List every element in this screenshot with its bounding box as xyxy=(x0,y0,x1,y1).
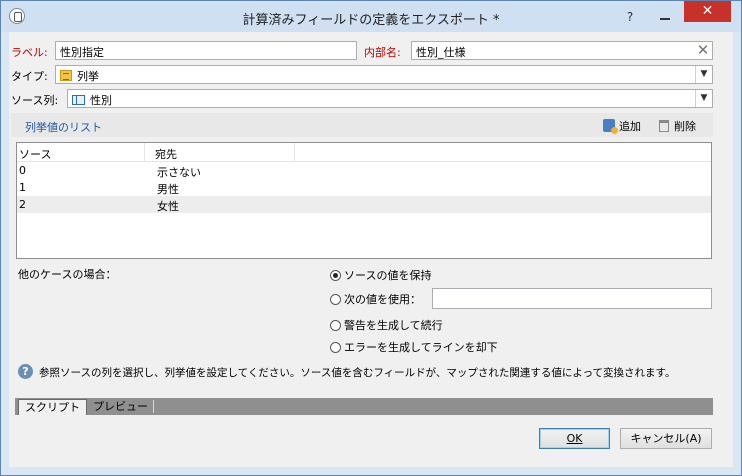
help-text: 参照ソースの列を選択し、列挙値を設定してください。ソース値を含むフィールドが、マ… xyxy=(39,367,676,379)
trash-icon xyxy=(659,120,669,132)
cell-dest: 男性 xyxy=(157,183,179,196)
enum-list-header: 列挙値のリスト 追加 削除 xyxy=(11,113,713,137)
other-value-input[interactable] xyxy=(432,288,712,309)
label-caption: ラベル: xyxy=(11,46,48,59)
other-cases-caption: 他のケースの場合： xyxy=(18,268,117,281)
tab-divider xyxy=(153,400,154,413)
table-row[interactable]: 0 示さない xyxy=(17,162,711,179)
enum-icon xyxy=(60,70,72,81)
radio-label: ソースの値を保持 xyxy=(344,269,432,282)
column-divider[interactable] xyxy=(294,143,295,161)
table-row[interactable]: 1 男性 xyxy=(17,179,711,196)
delete-label: 削除 xyxy=(674,120,696,133)
cell-dest: 女性 xyxy=(157,200,179,213)
cell-dest: 示さない xyxy=(157,166,201,179)
radio-label: 警告を生成して続行 xyxy=(344,319,443,332)
label-input[interactable]: 性別指定 xyxy=(55,41,357,60)
cell-source: 2 xyxy=(19,198,26,211)
table-row[interactable]: 2 女性 xyxy=(17,196,711,213)
ok-button[interactable]: OK xyxy=(539,428,610,449)
radio-warn-continue[interactable]: 警告を生成して続行 xyxy=(330,317,443,333)
add-icon xyxy=(603,119,618,134)
radio-error-reject[interactable]: エラーを生成してラインを却下 xyxy=(330,339,498,355)
chevron-down-icon[interactable]: ▼ xyxy=(695,90,712,107)
internal-name-input[interactable]: 性別_仕様 xyxy=(411,41,713,60)
radio-indicator[interactable] xyxy=(330,270,341,281)
enum-table[interactable]: ソース 宛先 0 示さない 1 男性 2 女性 xyxy=(16,142,712,259)
chevron-down-icon[interactable]: ▼ xyxy=(695,66,712,83)
radio-keep-source[interactable]: ソースの値を保持 xyxy=(330,267,431,283)
internal-name-caption: 内部名: xyxy=(364,46,401,59)
title-bar: 計算済みフィールドの定義をエクスポート * ? ✕ xyxy=(1,1,741,32)
source-column-select[interactable]: 性別 ▼ xyxy=(67,89,713,108)
column-icon xyxy=(72,95,85,105)
cancel-button[interactable]: キャンセル(A) xyxy=(620,428,712,449)
help-button[interactable]: ? xyxy=(617,10,643,24)
type-caption: タイプ: xyxy=(11,70,48,83)
bottom-tab-bar: スクリプト プレビュー xyxy=(15,398,713,415)
table-header: ソース 宛先 xyxy=(17,143,711,162)
radio-label: 次の値を使用： xyxy=(344,293,421,306)
radio-indicator[interactable] xyxy=(330,320,341,331)
tab-script[interactable]: スクリプト xyxy=(18,399,87,415)
source-column-value: 性別 xyxy=(90,94,112,107)
source-column-caption: ソース列: xyxy=(11,94,59,107)
close-button[interactable]: ✕ xyxy=(684,1,731,22)
radio-label: エラーを生成してラインを却下 xyxy=(344,341,498,354)
clear-icon[interactable]: ✕ xyxy=(695,42,711,58)
delete-button[interactable]: 削除 xyxy=(659,118,696,134)
add-label: 追加 xyxy=(619,120,641,133)
column-header-source[interactable]: ソース xyxy=(19,146,51,162)
radio-indicator[interactable] xyxy=(330,342,341,353)
help-icon: ? xyxy=(18,364,33,379)
cell-source: 0 xyxy=(19,164,26,177)
column-header-dest[interactable]: 宛先 xyxy=(155,146,177,162)
radio-indicator[interactable] xyxy=(330,294,341,305)
add-button[interactable]: 追加 xyxy=(603,118,641,134)
dialog-window: 計算済みフィールドの定義をエクスポート * ? ✕ ラベル: 性別指定 内部名:… xyxy=(0,0,742,476)
type-value: 列挙 xyxy=(77,70,99,83)
tab-preview[interactable]: プレビュー xyxy=(87,399,154,415)
ok-label: OK xyxy=(566,432,583,445)
cell-source: 1 xyxy=(19,181,26,194)
enum-list-title: 列挙値のリスト xyxy=(25,121,102,134)
type-select[interactable]: 列挙 ▼ xyxy=(55,65,713,84)
minimize-button[interactable] xyxy=(652,10,678,24)
dialog-body: ラベル: 性別指定 内部名: 性別_仕様 ✕ タイプ: 列挙 ▼ ソース列: 性… xyxy=(9,32,733,467)
radio-use-value[interactable]: 次の値を使用： xyxy=(330,291,421,307)
column-divider[interactable] xyxy=(144,143,145,161)
